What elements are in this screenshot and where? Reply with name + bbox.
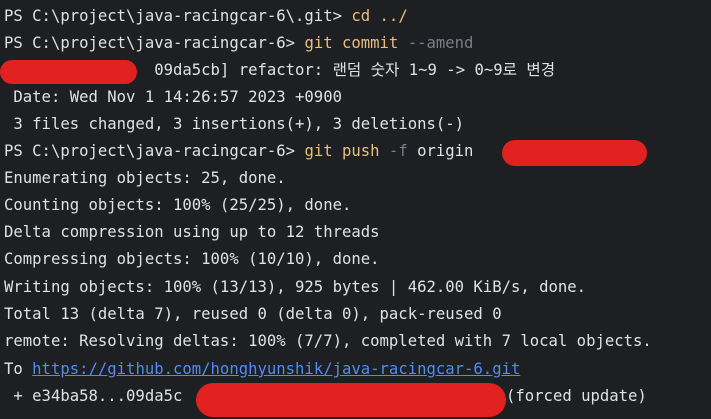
prompt: PS C:\project\java-racingcar-6> bbox=[4, 34, 305, 52]
terminal-line-writing: Writing objects: 100% (13/13), 925 bytes… bbox=[4, 278, 587, 296]
command-arg: origin bbox=[417, 142, 474, 160]
command-flag: --amend bbox=[398, 34, 474, 52]
redaction-mark-branch-ref bbox=[196, 383, 506, 417]
forced-update-text: (forced update) bbox=[506, 387, 647, 405]
command-flag: -f bbox=[379, 142, 418, 160]
ref-range: + e34ba58...09da5c bbox=[4, 387, 183, 405]
terminal-line-date: Date: Wed Nov 1 14:26:57 2023 +0900 bbox=[4, 88, 342, 106]
redaction-mark-remote-branch bbox=[502, 140, 647, 166]
terminal-line-files-changed: 3 files changed, 3 insertions(+), 3 dele… bbox=[4, 115, 465, 133]
prompt: PS C:\project\java-racingcar-6> bbox=[4, 142, 305, 160]
terminal-line-delta-compression: Delta compression using up to 12 threads bbox=[4, 223, 380, 241]
terminal-line-push: PS C:\project\java-racingcar-6> git push… bbox=[4, 138, 473, 165]
redaction-mark-commit-hash bbox=[0, 60, 137, 84]
to-prefix: To bbox=[4, 360, 33, 378]
command: git commit bbox=[304, 34, 399, 52]
command: cd ../ bbox=[351, 7, 408, 25]
terminal-line-cd: PS C:\project\java-racingcar-6\.git> cd … bbox=[4, 3, 408, 30]
terminal-line-compressing: Compressing objects: 100% (10/10), done. bbox=[4, 250, 380, 268]
terminal-line-remote: remote: Resolving deltas: 100% (7/7), co… bbox=[4, 332, 652, 350]
terminal-line-enumerating: Enumerating objects: 25, done. bbox=[4, 169, 286, 187]
terminal-line-commit: PS C:\project\java-racingcar-6> git comm… bbox=[4, 30, 473, 57]
terminal-line-to: To https://github.com/honghyunshik/java-… bbox=[4, 356, 520, 383]
command: git push bbox=[304, 142, 380, 160]
terminal-line-total: Total 13 (delta 7), reused 0 (delta 0), … bbox=[4, 305, 502, 323]
terminal-line-forced-update: + e34ba58...09da5c bbox=[4, 383, 182, 410]
prompt: PS C:\project\java-racingcar-6\.git> bbox=[4, 7, 352, 25]
terminal-output[interactable]: PS C:\project\java-racingcar-6\.git> cd … bbox=[0, 0, 711, 419]
repository-link[interactable]: https://github.com/honghyunshik/java-rac… bbox=[32, 360, 520, 378]
terminal-line-counting: Counting objects: 100% (25/25), done. bbox=[4, 196, 352, 214]
